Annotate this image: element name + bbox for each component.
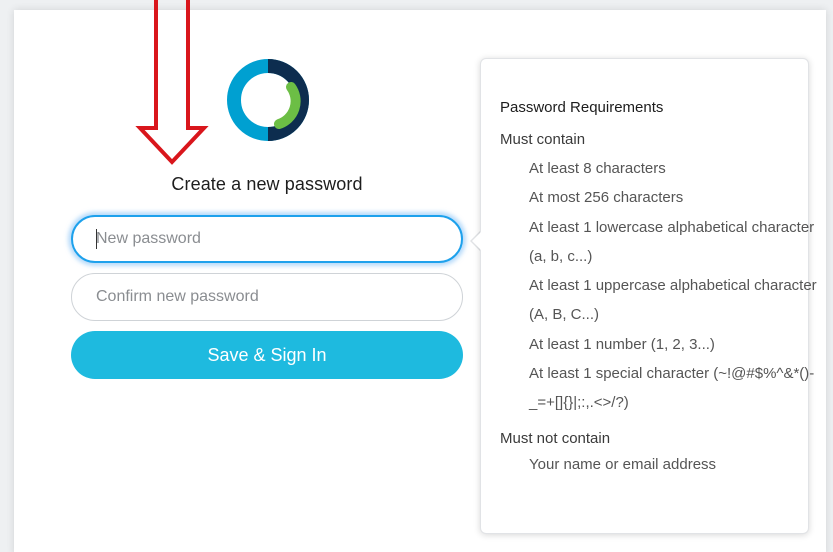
must-contain-list: At least 8 characters At most 256 charac… [500,154,819,418]
text-caret [96,229,97,249]
down-arrow-icon [134,0,210,165]
confirm-password-input[interactable] [71,273,463,321]
password-requirements-tooltip: Password Requirements Must contain At le… [480,58,817,534]
new-password-input[interactable] [71,215,463,263]
must-not-contain-list: Your name or email address [500,453,819,477]
requirement-item: At least 1 special character (~!@#$%^&*(… [529,365,815,412]
requirements-title: Password Requirements [500,99,664,116]
must-contain-heading: Must contain [500,131,586,148]
tooltip-pointer-fill [472,231,482,251]
page-title: Create a new password [171,174,363,194]
webex-logo-icon [219,57,317,143]
page: Create a new password Save & Sign In Pas… [0,0,833,552]
must-not-contain-heading: Must not contain [500,429,611,447]
requirement-item: At least 8 characters [529,160,666,177]
requirement-item: At least 1 number (1, 2, 3...) [529,335,715,353]
requirement-item: At least 1 lowercase alphabetical charac… [529,218,815,265]
requirement-item: At most 256 characters [529,189,684,207]
save-and-sign-in-button[interactable]: Save & Sign In [71,331,463,379]
requirement-item: Your name or email address [529,455,717,473]
requirement-item: At least 1 uppercase alphabetical charac… [529,277,817,324]
